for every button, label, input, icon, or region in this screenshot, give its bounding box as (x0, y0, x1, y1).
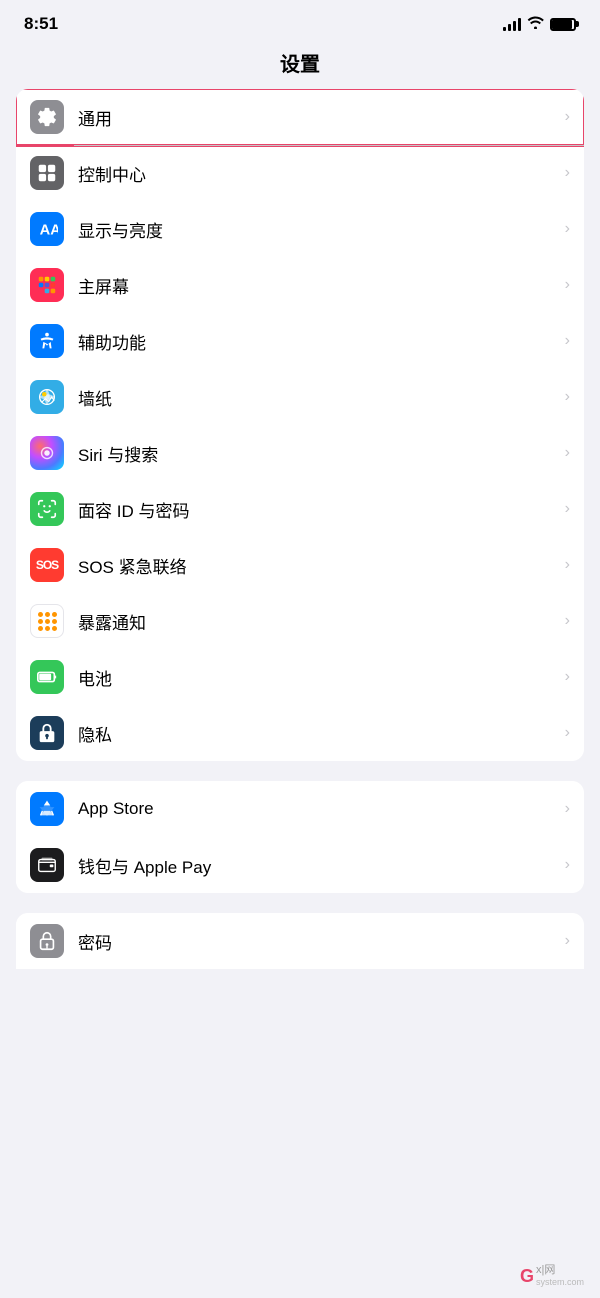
exposure-chevron: › (565, 612, 570, 630)
signal-icon (503, 17, 521, 31)
settings-item-battery[interactable]: 电池 › (16, 649, 584, 705)
settings-item-appstore[interactable]: App Store › (16, 781, 584, 837)
siri-label: Siri 与搜索 (78, 441, 557, 466)
passwords-label: 密码 (78, 929, 557, 954)
settings-item-homescreen[interactable]: 主屏幕 › (16, 257, 584, 313)
sos-chevron: › (565, 556, 570, 574)
watermark-text: x|网 system.com (536, 1264, 584, 1288)
exposure-dots-grid (38, 612, 57, 631)
siri-icon (30, 436, 64, 470)
faceid-chevron: › (565, 500, 570, 518)
accessibility-chevron: › (565, 332, 570, 350)
settings-item-sos[interactable]: SOS SOS 紧急联络 › (16, 537, 584, 593)
passwords-icon (30, 924, 64, 958)
sos-label: SOS 紧急联络 (78, 553, 557, 578)
battery-chevron: › (565, 668, 570, 686)
status-time: 8:51 (24, 14, 58, 34)
wallpaper-icon (30, 380, 64, 414)
privacy-chevron: › (565, 724, 570, 742)
status-icons (503, 16, 576, 32)
wallet-chevron: › (565, 856, 570, 874)
settings-section-1: 通用 › 控制中心 › AA 显示与亮度 › (16, 89, 584, 761)
general-chevron: › (565, 108, 570, 126)
settings-item-control-center[interactable]: 控制中心 › (16, 145, 584, 201)
privacy-icon (30, 716, 64, 750)
settings-section-3: 密码 › (16, 913, 584, 969)
faceid-label: 面容 ID 与密码 (78, 497, 557, 522)
page-title: 设置 (0, 40, 600, 89)
settings-item-accessibility[interactable]: 辅助功能 › (16, 313, 584, 369)
settings-item-general[interactable]: 通用 › (16, 89, 584, 145)
display-chevron: › (565, 220, 570, 238)
homescreen-chevron: › (565, 276, 570, 294)
settings-item-siri[interactable]: Siri 与搜索 › (16, 425, 584, 481)
control-center-label: 控制中心 (78, 161, 557, 186)
appstore-icon (30, 792, 64, 826)
settings-section-2: App Store › 钱包与 Apple Pay › (16, 781, 584, 893)
display-label: 显示与亮度 (78, 217, 557, 242)
control-center-icon (30, 156, 64, 190)
settings-item-wallpaper[interactable]: 墙纸 › (16, 369, 584, 425)
battery-label: 电池 (78, 665, 557, 690)
privacy-label: 隐私 (78, 721, 557, 746)
sos-icon: SOS (30, 548, 64, 582)
accessibility-label: 辅助功能 (78, 329, 557, 354)
settings-item-display[interactable]: AA 显示与亮度 › (16, 201, 584, 257)
homescreen-icon (30, 268, 64, 302)
wallpaper-chevron: › (565, 388, 570, 406)
general-label: 通用 (78, 105, 557, 130)
display-icon: AA (30, 212, 64, 246)
settings-item-exposure[interactable]: 暴露通知 › (16, 593, 584, 649)
homescreen-label: 主屏幕 (78, 273, 557, 298)
settings-item-faceid[interactable]: 面容 ID 与密码 › (16, 481, 584, 537)
wallet-label: 钱包与 Apple Pay (78, 853, 557, 878)
svg-text:AA: AA (40, 223, 58, 239)
wallpaper-label: 墙纸 (78, 385, 557, 410)
exposure-label: 暴露通知 (78, 609, 557, 634)
settings-item-wallet[interactable]: 钱包与 Apple Pay › (16, 837, 584, 893)
accessibility-icon (30, 324, 64, 358)
siri-chevron: › (565, 444, 570, 462)
battery-settings-icon (30, 660, 64, 694)
wallet-icon (30, 848, 64, 882)
settings-item-passwords[interactable]: 密码 › (16, 913, 584, 969)
watermark: G x|网 system.com (520, 1264, 584, 1288)
general-icon (30, 100, 64, 134)
watermark-g: G (520, 1266, 534, 1287)
appstore-label: App Store (78, 799, 557, 819)
status-bar: 8:51 (0, 0, 600, 40)
wifi-icon (527, 16, 544, 32)
battery-icon (550, 18, 576, 31)
passwords-chevron: › (565, 932, 570, 950)
exposure-icon (30, 604, 64, 638)
faceid-icon (30, 492, 64, 526)
appstore-chevron: › (565, 800, 570, 818)
control-center-chevron: › (565, 164, 570, 182)
settings-item-privacy[interactable]: 隐私 › (16, 705, 584, 761)
